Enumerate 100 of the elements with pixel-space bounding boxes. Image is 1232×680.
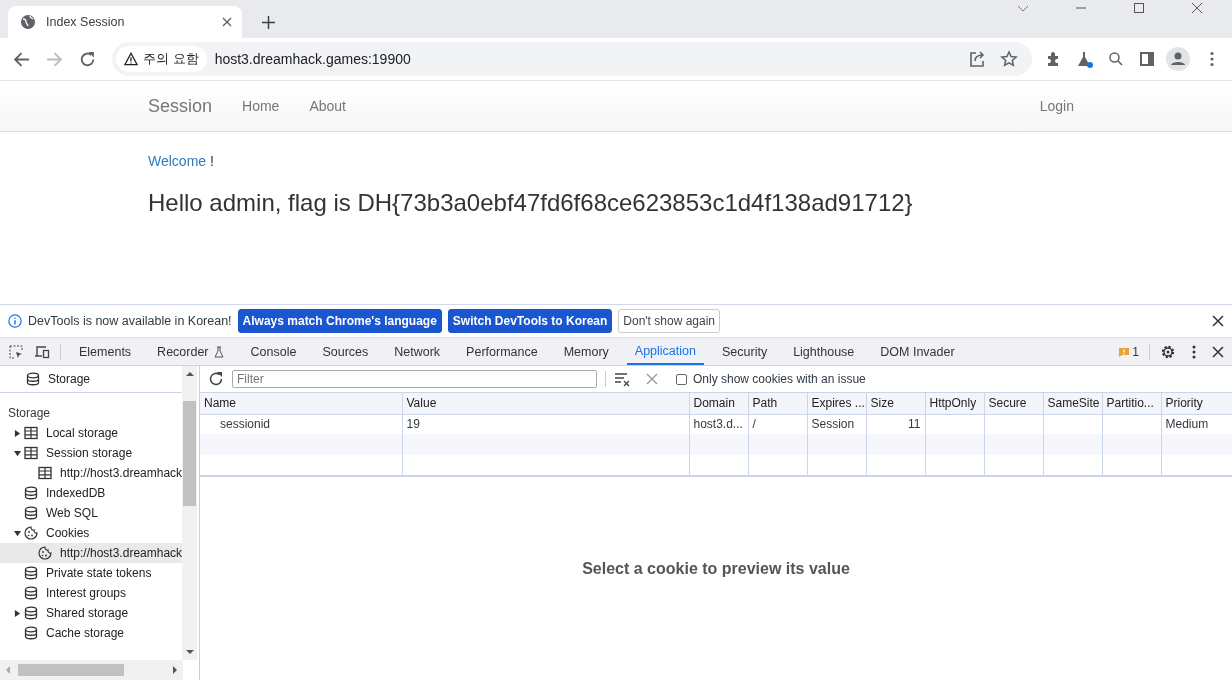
table-cell: Medium xyxy=(1165,417,1209,432)
tree-item[interactable]: http://host3.dreamhack xyxy=(0,463,183,483)
tree-item[interactable]: Cookies xyxy=(0,523,183,543)
scroll-right-icon[interactable] xyxy=(171,666,179,674)
new-tab-icon[interactable] xyxy=(262,16,275,29)
close-icon[interactable] xyxy=(1212,345,1224,358)
dismiss-button[interactable]: Don't show again xyxy=(618,309,720,333)
column-header[interactable]: Secure xyxy=(984,393,1043,414)
tree-item[interactable]: Local storage xyxy=(0,423,183,443)
refresh-icon[interactable] xyxy=(208,371,224,387)
table-cell: host3.d... xyxy=(693,417,743,432)
close-icon[interactable] xyxy=(1191,2,1203,14)
profile-avatar-icon[interactable] xyxy=(1166,47,1190,71)
horizontal-scrollbar[interactable] xyxy=(0,660,183,680)
column-header[interactable]: Size xyxy=(866,393,925,414)
address-bar[interactable]: 주의 요함 host3.dreamhack.games:19900 xyxy=(112,42,1032,76)
scroll-up-icon[interactable] xyxy=(185,370,194,378)
devtools-tab[interactable]: Sources xyxy=(314,338,377,365)
devtools-tab[interactable]: Memory xyxy=(555,338,617,365)
devtools-tab[interactable]: Security xyxy=(714,338,776,365)
empty-preview-message: Select a cookie to preview its value xyxy=(582,559,850,578)
primary-button[interactable]: Switch DevTools to Korean xyxy=(447,309,613,333)
warning-icon xyxy=(124,52,138,66)
column-header[interactable]: Priority xyxy=(1161,393,1232,414)
flask-icon[interactable] xyxy=(1076,50,1094,68)
database-icon xyxy=(24,566,38,580)
scrollbar-thumb[interactable] xyxy=(18,664,124,676)
devtools-tab[interactable]: Network xyxy=(386,338,449,365)
table-icon xyxy=(38,466,52,480)
close-icon[interactable] xyxy=(1212,315,1224,327)
checkbox-label: Only show cookies with an issue xyxy=(693,372,866,386)
column-header[interactable]: Path xyxy=(748,393,807,414)
section-heading: Storage xyxy=(7,405,52,422)
devtools-tab[interactable]: Performance xyxy=(458,338,546,365)
database-icon xyxy=(24,606,38,620)
devtools-tab[interactable]: Elements xyxy=(71,338,140,365)
security-badge[interactable]: 주의 요함 xyxy=(116,46,207,72)
tree-item[interactable]: Web SQL xyxy=(0,503,183,523)
column-header[interactable]: SameSite xyxy=(1043,393,1102,414)
flask-icon xyxy=(212,345,225,358)
tree-item[interactable]: Cache storage xyxy=(0,623,183,643)
column-header[interactable]: Value xyxy=(402,393,689,414)
url-text: host3.dreamhack.games:19900 xyxy=(214,51,411,67)
settings-icon[interactable] xyxy=(1160,343,1176,360)
expand-arrow-icon[interactable] xyxy=(14,609,21,617)
collapse-arrow-icon[interactable] xyxy=(14,529,21,537)
search-icon[interactable] xyxy=(1107,50,1125,68)
scroll-down-icon[interactable] xyxy=(185,648,194,656)
login-link[interactable]: Login xyxy=(1039,98,1074,114)
database-icon xyxy=(24,586,38,600)
device-toolbar-icon[interactable] xyxy=(34,343,50,360)
table-cell: Session xyxy=(811,417,855,432)
browser-tab[interactable]: Index Session xyxy=(8,6,242,38)
database-icon xyxy=(24,486,38,500)
exclamation-text: ! xyxy=(210,153,214,169)
share-icon[interactable] xyxy=(968,50,986,68)
column-header[interactable]: Expires ... xyxy=(807,393,866,414)
table-cell: / xyxy=(752,417,756,432)
welcome-link[interactable]: Welcome xyxy=(148,153,207,169)
tree-item[interactable]: Shared storage xyxy=(0,603,183,623)
back-arrow-icon[interactable] xyxy=(13,50,30,68)
devtools-tab[interactable]: Application xyxy=(626,338,704,365)
nav-link[interactable]: Home xyxy=(242,98,280,114)
inspect-element-icon[interactable] xyxy=(8,343,24,360)
devtools-tab[interactable]: DOM Invader xyxy=(872,338,963,365)
devtools-tab[interactable]: Console xyxy=(242,338,305,365)
primary-button[interactable]: Always match Chrome's language xyxy=(237,309,442,333)
table-icon xyxy=(24,426,38,440)
clear-all-icon[interactable] xyxy=(614,371,630,387)
devtools-tab[interactable]: Lighthouse xyxy=(785,338,863,365)
collapse-arrow-icon[interactable] xyxy=(14,449,21,457)
tree-item[interactable]: Interest groups xyxy=(0,583,183,603)
side-panel-icon[interactable] xyxy=(1138,50,1156,68)
scrollbar-thumb[interactable] xyxy=(183,401,196,506)
vertical-scrollbar[interactable] xyxy=(182,366,197,660)
maximize-icon[interactable] xyxy=(1133,2,1145,14)
globe-icon xyxy=(20,14,36,30)
tree-item[interactable]: Session storage xyxy=(0,443,183,463)
close-icon[interactable] xyxy=(222,17,232,27)
column-header[interactable]: Partitio... xyxy=(1102,393,1161,414)
tree-item[interactable]: http://host3.dreamhack xyxy=(0,543,183,563)
tree-item[interactable]: Storage xyxy=(26,372,91,386)
devtools-tab[interactable]: Recorder xyxy=(149,338,233,365)
nav-link[interactable]: About xyxy=(309,98,346,114)
site-brand[interactable]: Session xyxy=(148,95,213,117)
issues-counter[interactable]: 1 xyxy=(1119,344,1139,359)
database-icon xyxy=(26,372,40,386)
column-header[interactable]: Name xyxy=(200,393,402,414)
table-cell: sessionid xyxy=(220,417,271,432)
star-icon[interactable] xyxy=(1000,50,1018,68)
info-icon xyxy=(8,314,22,328)
delete-selected-icon[interactable] xyxy=(646,373,658,385)
tree-item[interactable]: IndexedDB xyxy=(0,483,183,503)
expand-arrow-icon[interactable] xyxy=(14,429,21,437)
checkbox[interactable] xyxy=(676,373,687,385)
column-header[interactable]: Domain xyxy=(689,393,748,414)
filter-field[interactable]: Filter xyxy=(232,370,597,388)
column-header[interactable]: HttpOnly xyxy=(925,393,984,414)
reload-icon[interactable] xyxy=(79,50,96,68)
tree-item[interactable]: Private state tokens xyxy=(0,563,183,583)
